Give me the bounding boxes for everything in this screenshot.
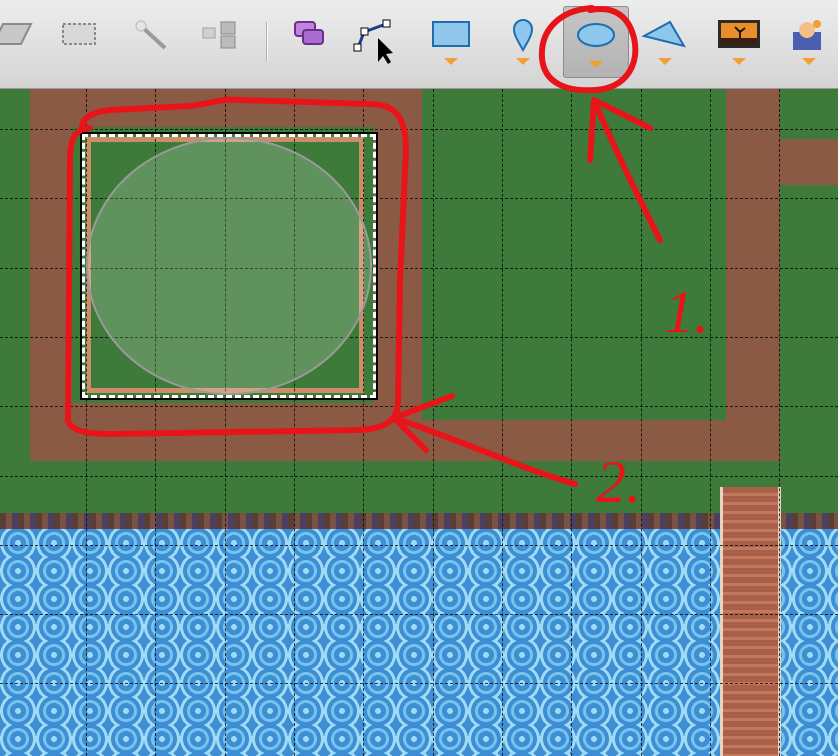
insert-polygon-tool-button[interactable] xyxy=(634,4,696,76)
edit-polygon-cursor-icon xyxy=(353,19,393,64)
magic-wand-icon xyxy=(135,20,167,50)
grid-line xyxy=(0,129,838,130)
edit-polygons-tool-button[interactable] xyxy=(344,4,406,76)
dashed-rectangle-icon xyxy=(62,23,96,45)
insert-template-tool-button[interactable] xyxy=(778,4,838,76)
chevron-down-icon[interactable] xyxy=(516,58,530,65)
grid-line xyxy=(0,406,838,407)
insert-ellipse-tool-button[interactable] xyxy=(563,6,629,78)
grid-line xyxy=(0,545,838,546)
chevron-down-icon[interactable] xyxy=(658,58,672,65)
toolbar xyxy=(0,0,838,89)
insert-point-tool-button[interactable] xyxy=(492,4,554,76)
grid-line xyxy=(433,89,434,756)
grid-line xyxy=(502,89,503,756)
grid-line xyxy=(0,614,838,615)
select-same-tile-icon xyxy=(202,21,236,49)
toolbar-separator xyxy=(266,22,268,62)
insert-rectangle-tool-button[interactable] xyxy=(420,4,482,76)
grid-line xyxy=(779,89,780,756)
chevron-down-icon[interactable] xyxy=(444,58,458,65)
chevron-down-icon[interactable] xyxy=(732,58,746,65)
eraser-icon xyxy=(0,23,33,45)
ellipse-object[interactable] xyxy=(86,137,372,395)
insert-tile-tool-button[interactable] xyxy=(278,4,340,76)
eraser-tool-button[interactable] xyxy=(0,4,42,76)
insert-image-tool-button[interactable] xyxy=(708,4,770,76)
chevron-down-icon[interactable] xyxy=(802,58,816,65)
template-icon xyxy=(793,20,821,50)
landscape-image-icon xyxy=(718,20,760,48)
pin-icon xyxy=(512,19,534,52)
water-area xyxy=(0,529,838,756)
map-canvas[interactable] xyxy=(0,89,838,756)
select-same-tool-button[interactable] xyxy=(190,4,252,76)
dirt-path xyxy=(780,139,838,185)
wooden-dock xyxy=(720,487,781,756)
grid-line xyxy=(641,89,642,756)
insert-tile-icon xyxy=(294,21,324,45)
grid-line xyxy=(710,89,711,756)
grid-line xyxy=(571,89,572,756)
dirt-path xyxy=(422,420,726,461)
rectangle-select-tool-button[interactable] xyxy=(48,4,110,76)
grid-line xyxy=(0,683,838,684)
rectangle-shape-icon xyxy=(432,21,470,47)
chevron-down-icon[interactable] xyxy=(589,61,603,68)
grid-line xyxy=(0,476,838,477)
ellipse-shape-icon xyxy=(577,23,615,47)
magic-wand-tool-button[interactable] xyxy=(120,4,182,76)
polygon-shape-icon xyxy=(641,20,687,48)
